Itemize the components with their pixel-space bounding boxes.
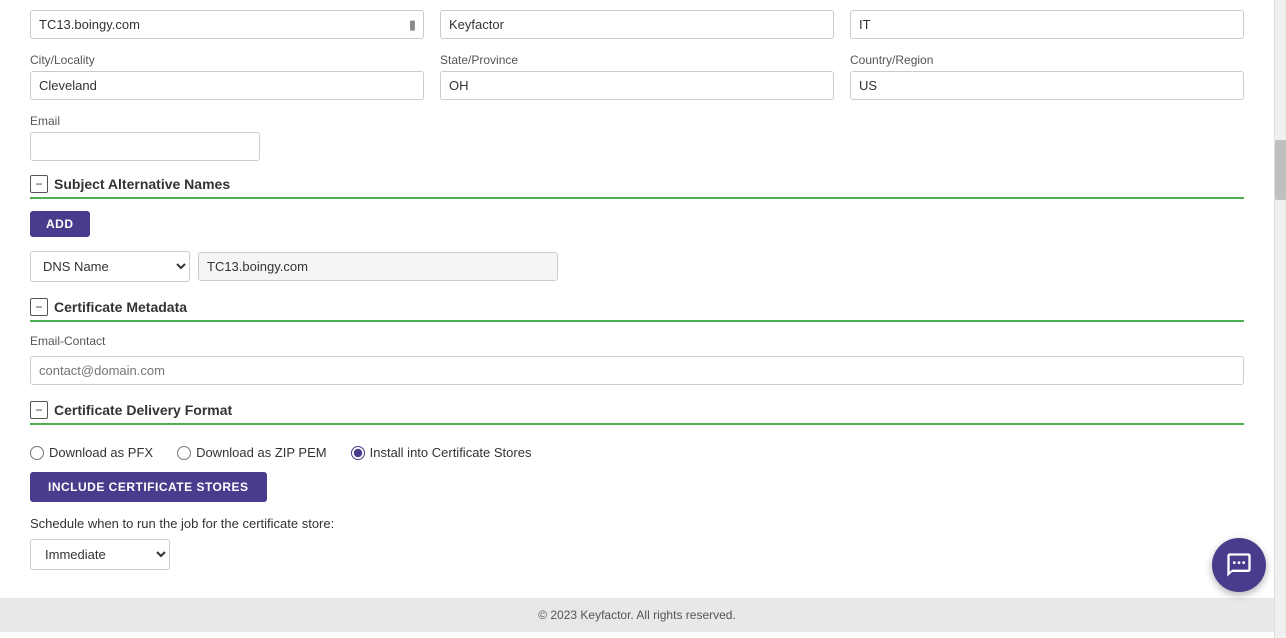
radio-pfx[interactable] — [30, 446, 44, 460]
radio-install[interactable] — [351, 446, 365, 460]
radio-install-text: Install into Certificate Stores — [370, 445, 532, 460]
email-input[interactable] — [30, 132, 260, 161]
scrollbar-thumb[interactable] — [1275, 140, 1286, 200]
email-label: Email — [30, 114, 260, 128]
radio-zip-text: Download as ZIP PEM — [196, 445, 327, 460]
dns-row: DNS Name IP Address RFC 822 Name URI — [30, 251, 1244, 282]
common-name-input[interactable] — [30, 10, 424, 39]
group-ou — [850, 10, 1244, 39]
cn-input-wrapper: ▮ — [30, 10, 424, 39]
radio-zip-label[interactable]: Download as ZIP PEM — [177, 445, 327, 460]
group-email: Email — [30, 114, 260, 161]
schedule-select[interactable]: Immediate Now Later — [30, 539, 170, 570]
radio-pfx-label[interactable]: Download as PFX — [30, 445, 153, 460]
chat-icon — [1225, 551, 1253, 579]
schedule-label: Schedule when to run the job for the cer… — [30, 516, 1244, 531]
delivery-section-header: − Certificate Delivery Format — [30, 401, 1244, 425]
san-section-header: − Subject Alternative Names — [30, 175, 1244, 199]
group-city: City/Locality — [30, 53, 424, 100]
dns-type-select[interactable]: DNS Name IP Address RFC 822 Name URI — [30, 251, 190, 282]
delivery-radio-row: Download as PFX Download as ZIP PEM Inst… — [30, 445, 1244, 460]
city-input[interactable] — [30, 71, 424, 100]
group-common-name: ▮ — [30, 10, 424, 39]
country-label: Country/Region — [850, 53, 1244, 67]
footer-text: © 2023 Keyfactor. All rights reserved. — [538, 608, 736, 622]
metadata-collapse-button[interactable]: − — [30, 298, 48, 316]
radio-zip[interactable] — [177, 446, 191, 460]
include-certificate-stores-button[interactable]: INCLUDE CERTIFICATE STORES — [30, 472, 267, 502]
ou-input[interactable] — [850, 10, 1244, 39]
footer: © 2023 Keyfactor. All rights reserved. — [0, 598, 1274, 632]
email-contact-input[interactable] — [30, 356, 1244, 385]
state-label: State/Province — [440, 53, 834, 67]
group-country: Country/Region — [850, 53, 1244, 100]
group-state: State/Province — [440, 53, 834, 100]
organization-input[interactable] — [440, 10, 834, 39]
row-email: Email — [30, 114, 1244, 161]
scrollbar[interactable] — [1274, 0, 1286, 638]
dns-value-input[interactable] — [198, 252, 558, 281]
row-city-state-country: City/Locality State/Province Country/Reg… — [30, 53, 1244, 100]
delivery-section-title: Certificate Delivery Format — [54, 402, 232, 418]
main-content: ▮ City/Locality State/Province Country/R… — [0, 0, 1274, 638]
metadata-section-content: Email-Contact — [30, 330, 1244, 393]
group-email-contact: Email-Contact — [30, 334, 1244, 385]
row-cn-org-ou: ▮ — [30, 10, 1244, 39]
delivery-collapse-button[interactable]: − — [30, 401, 48, 419]
group-organization — [440, 10, 834, 39]
san-section-title: Subject Alternative Names — [54, 176, 230, 192]
add-san-button[interactable]: ADD — [30, 211, 90, 237]
email-contact-label: Email-Contact — [30, 334, 1244, 348]
chat-button[interactable] — [1212, 538, 1266, 592]
san-section-content: ADD DNS Name IP Address RFC 822 Name URI — [30, 207, 1244, 290]
country-input[interactable] — [850, 71, 1244, 100]
metadata-section-title: Certificate Metadata — [54, 299, 187, 315]
metadata-section-header: − Certificate Metadata — [30, 298, 1244, 322]
delivery-section-content: Download as PFX Download as ZIP PEM Inst… — [30, 433, 1244, 578]
page-container: ▮ City/Locality State/Province Country/R… — [0, 0, 1286, 638]
state-input[interactable] — [440, 71, 834, 100]
cn-icon: ▮ — [409, 17, 416, 33]
radio-install-label[interactable]: Install into Certificate Stores — [351, 445, 532, 460]
san-collapse-button[interactable]: − — [30, 175, 48, 193]
radio-pfx-text: Download as PFX — [49, 445, 153, 460]
city-label: City/Locality — [30, 53, 424, 67]
